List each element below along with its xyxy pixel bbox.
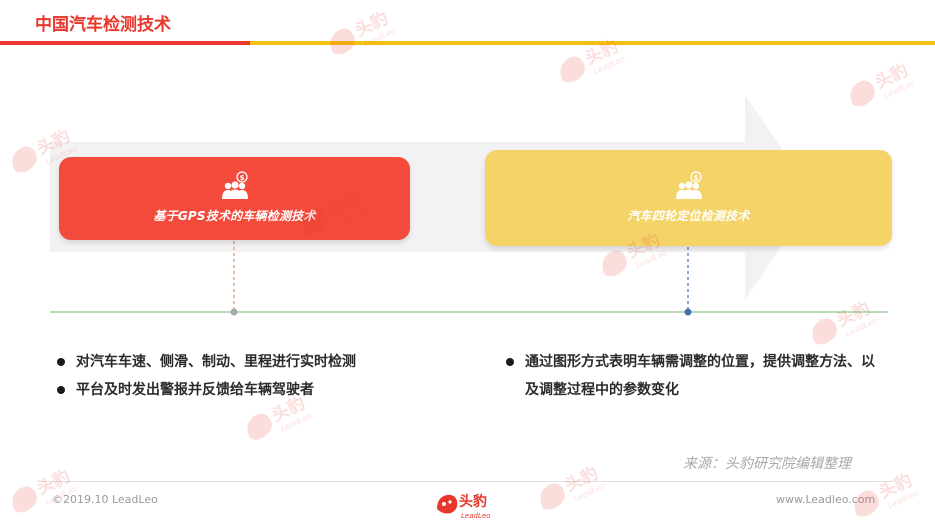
bullet-text: 通过图形方式表明车辆需调整的位置，提供调整方法、以及调整过程中的参数变化 <box>525 354 875 398</box>
bullet-dot <box>506 358 514 366</box>
svg-text:头豹: 头豹 <box>459 493 487 510</box>
card-wheel-alignment: $ 汽车四轮定位检测技术 <box>485 150 892 246</box>
leadleo-logo: 头豹 LeadLeo <box>437 493 490 520</box>
list-item: 平台及时发出警报并反馈给车辆驾驶者 <box>54 376 454 404</box>
svg-text:$: $ <box>239 174 244 182</box>
list-item: 对汽车车速、侧滑、制动、里程进行实时检测 <box>54 348 454 376</box>
bullet-list-right: 通过图形方式表明车辆需调整的位置，提供调整方法、以及调整过程中的参数变化 <box>503 348 883 404</box>
list-item: 通过图形方式表明车辆需调整的位置，提供调整方法、以及调整过程中的参数变化 <box>503 348 883 404</box>
timeline-node-left <box>230 308 238 316</box>
footer-divider <box>42 481 893 482</box>
card-label: 基于GPS技术的车辆检测技术 <box>153 209 316 223</box>
bullet-list-left: 对汽车车速、侧滑、制动、里程进行实时检测 平台及时发出警报并反馈给车辆驾驶者 <box>54 348 454 404</box>
bullet-text: 平台及时发出警报并反馈给车辆驾驶者 <box>76 382 314 398</box>
bullet-dot <box>57 358 65 366</box>
people-money-icon: $ <box>675 170 702 199</box>
card-gps-detection: $ 基于GPS技术的车辆检测技术 <box>59 157 410 240</box>
source-note: 来源：头豹研究院编辑整理 <box>683 456 851 472</box>
bullet-dot <box>57 386 65 394</box>
timeline-node-right <box>684 308 692 316</box>
svg-text:$: $ <box>693 174 698 182</box>
footer-url: www.Leadleo.com <box>776 493 876 506</box>
timeline <box>50 241 888 316</box>
svg-text:LeadLeo: LeadLeo <box>461 512 490 520</box>
card-label: 汽车四轮定位检测技术 <box>627 208 750 223</box>
footer-copyright: ©2019.10 LeadLeo <box>52 493 158 506</box>
people-money-icon: $ <box>221 171 248 199</box>
bullet-text: 对汽车车速、侧滑、制动、里程进行实时检测 <box>76 354 356 370</box>
